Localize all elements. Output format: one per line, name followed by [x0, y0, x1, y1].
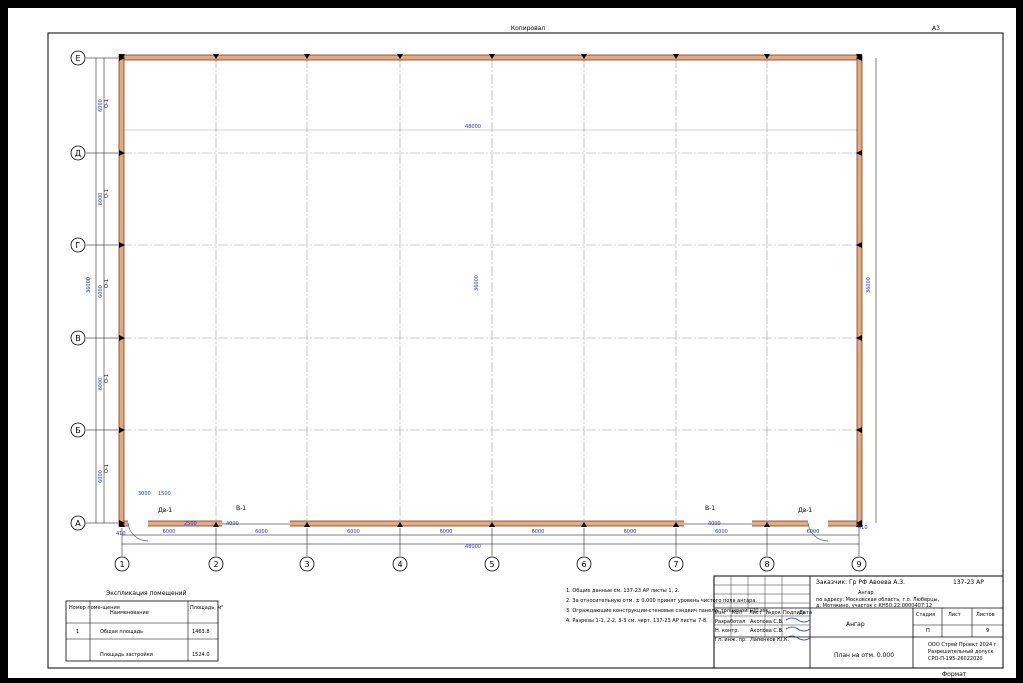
wall-left	[118, 54, 125, 527]
bottom-dim-1500: 1500	[158, 491, 171, 497]
expl-row1-area: 1463.8	[192, 629, 210, 635]
right-ext-label: 410	[858, 525, 868, 531]
section-dv1-right: Дв-1	[798, 507, 812, 514]
tb-customer: Заказчик: Гр РФ Авоева А.З.	[816, 579, 905, 586]
tb-role-sheet: Лист	[749, 610, 762, 616]
span-dim-7: 6000	[715, 529, 728, 535]
tb-org-3: СРО-П-195-26022020	[928, 656, 983, 662]
section-o1-b: О-1	[104, 189, 110, 198]
bottom-dim-4000-right: 4000	[708, 521, 721, 527]
title-block: Изм Кол Лист №док Подпись Дата Разработа…	[713, 575, 1004, 669]
axis-label-8: 8	[764, 560, 769, 569]
axis-label-4: 4	[397, 560, 402, 569]
axis-label-Е: Е	[75, 54, 80, 63]
right-width-label: 36000	[866, 277, 872, 293]
expl-row2-name: Площадь застройки	[100, 651, 153, 658]
tb-sheets-header: Листов	[976, 612, 995, 618]
axis-label-Д: Д	[75, 149, 81, 158]
tb-person2-name: Акопова С.В.	[750, 628, 784, 634]
tb-role-qty: Кол	[732, 610, 742, 616]
door-opening-1	[128, 520, 148, 527]
screen-frame: Копировал А3 Формат 1 2 3 4 5 6 7 8 9 Е Д Г В Б А 6000…	[0, 0, 1023, 683]
tb-person3-role: Гл. инж. пр.	[715, 637, 747, 643]
middle-width-label: 36000	[474, 275, 480, 291]
bottom-overall-label: 48000	[465, 544, 481, 550]
span-dim-4: 6000	[440, 529, 453, 535]
tb-person2-role: Н. контр.	[715, 628, 739, 634]
left-width-label: 36000	[86, 277, 92, 293]
axis-label-9: 9	[856, 560, 861, 569]
left-ext-label: 410	[116, 531, 126, 537]
expl-header-name: Наименование	[110, 610, 149, 616]
tb-object-3: д. Мотякино, участок с КН50:22:0000407:1…	[816, 603, 932, 609]
section-dv1-left: Дв-1	[158, 507, 172, 514]
axis-label-2: 2	[213, 560, 218, 569]
explication-table: Экспликация помещений Номер поме-щения Н…	[65, 590, 223, 662]
drawing-sheet: Копировал А3 Формат 1 2 3 4 5 6 7 8 9 Е Д Г В Б А 6000…	[8, 8, 1016, 678]
overall-length-label: 48000	[465, 124, 481, 130]
bottom-dim-2500: 2500	[184, 521, 197, 527]
tb-role-change: Изм	[715, 610, 725, 616]
tb-object-1: Ангар	[858, 590, 874, 596]
tb-org-2: Разрешительный допуск	[928, 648, 994, 655]
tb-role-doc: №док	[766, 610, 781, 616]
axis-label-Г: Г	[76, 241, 81, 250]
tb-stage-value: П	[926, 628, 930, 634]
door-opening-2	[808, 520, 828, 527]
signature-1	[785, 617, 811, 623]
expl-row1-name: Общая площадь	[100, 629, 143, 635]
expl-header-area: Площадь, м²	[190, 605, 223, 611]
tb-stage-header: Стадия	[916, 612, 935, 618]
tb-sheets-value: 9	[986, 628, 989, 634]
axis-label-3: 3	[304, 560, 309, 569]
dimensions-layer: 6000 6000 6000 6000 6000 6000 6000 600060006000…	[95, 58, 877, 545]
tb-drawing-name: План на отм. 0.000	[834, 652, 894, 659]
tb-code: 137-23 АР	[953, 579, 984, 586]
section-o1-a: О-1	[104, 99, 110, 108]
axis-label-Б: Б	[75, 426, 81, 435]
bottom-dim-4000-left: 4000	[226, 521, 239, 527]
axis-label-5: 5	[489, 560, 494, 569]
format-bottom-label: Формат	[942, 671, 967, 678]
span-dim-5: 6000	[532, 529, 545, 535]
section-o1-e: О-1	[104, 464, 110, 473]
wall-right	[856, 54, 863, 527]
tb-person1-name: Акопова С.В.	[750, 619, 784, 625]
note-4: 4. Разрезы 1-1, 2-2, 3-3 см. черт. 137-2…	[566, 618, 708, 624]
axis-label-6: 6	[581, 560, 586, 569]
signature-2	[785, 626, 811, 632]
explication-title: Экспликация помещений	[106, 590, 187, 597]
expl-row2-area: 1524.0	[192, 652, 210, 658]
grid-layer	[121, 57, 860, 524]
tb-person3-name: Лапенков Ю.К.	[750, 637, 790, 643]
section-v1-right: В-1	[705, 505, 715, 512]
tb-sheet-name: Ангар	[846, 621, 865, 628]
tb-person1-role: Разработал	[715, 619, 745, 625]
walls-layer	[118, 54, 863, 542]
axis-label-7: 7	[673, 560, 678, 569]
axis-label-В: В	[75, 334, 81, 343]
axis-label-А: А	[75, 519, 81, 528]
span-dim-3: 6000	[347, 529, 360, 535]
axis-label-1: 1	[119, 560, 124, 569]
span-dim-1: 6000	[163, 529, 176, 535]
span-dim-2: 6000	[255, 529, 268, 535]
span-dim-8: 6000	[807, 529, 820, 535]
section-v1-left: В-1	[236, 505, 246, 512]
note-1: 1. Общие данные см. 137-23 АР листы 1, 2…	[566, 588, 680, 594]
tb-org-1: ООО Стрей Проект 2024 г.	[928, 641, 998, 648]
bottom-dim-3000: 3000	[138, 491, 151, 497]
section-o1-d: О-1	[104, 374, 110, 383]
tb-sheet-header: Лист	[948, 612, 961, 618]
floor-plan-drawing: Копировал А3 Формат 1 2 3 4 5 6 7 8 9 Е Д Г В Б А 6000…	[47, 25, 1004, 678]
span-dim-6: 6000	[624, 529, 637, 535]
format-top-label: А3	[932, 25, 940, 32]
tb-role-date: Дата	[799, 610, 812, 616]
section-o1-c: О-1	[104, 279, 110, 288]
copied-label: Копировал	[511, 25, 545, 32]
expl-row1-number: 1	[76, 629, 79, 635]
